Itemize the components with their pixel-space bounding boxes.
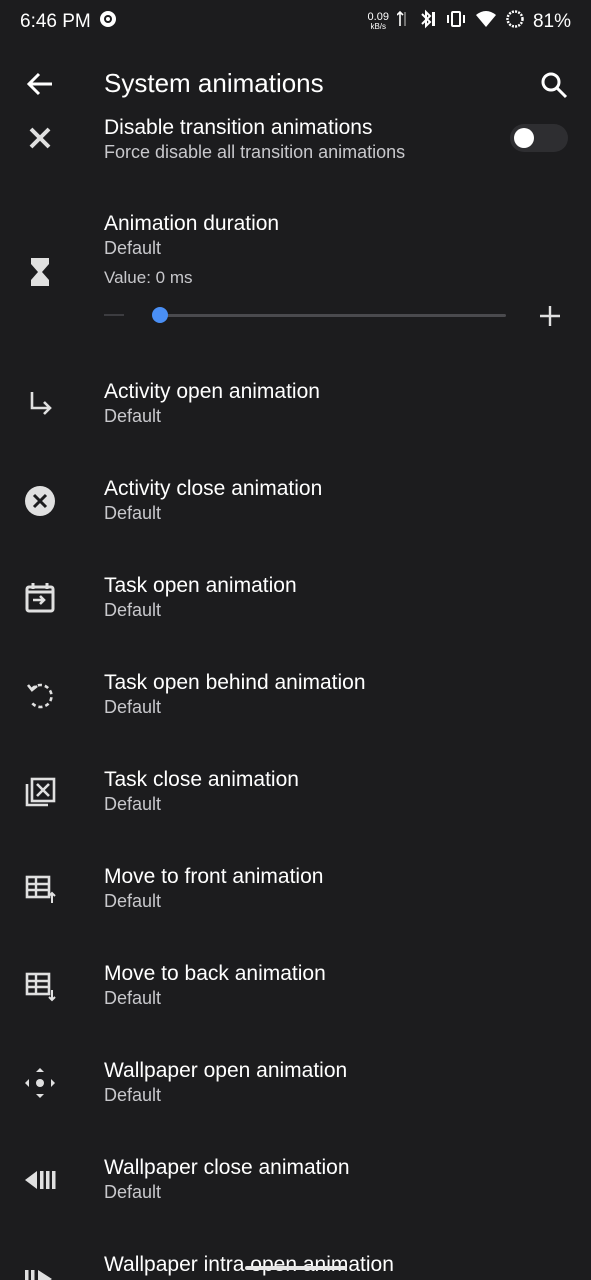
disable-transitions-toggle[interactable]	[510, 124, 568, 152]
wifi-icon	[475, 10, 497, 34]
battery-icon	[505, 9, 525, 35]
hourglass-icon	[22, 254, 58, 290]
screen: 6:46 PM 0.09 kB/s 81% System animations …	[0, 0, 591, 1280]
setting-title: Move to front animation	[104, 865, 324, 888]
move-arrows-icon	[22, 1065, 58, 1101]
network-rate: 0.09 kB/s	[368, 12, 389, 32]
battery-percent: 81%	[532, 11, 571, 32]
setting-move-to-back[interactable]: Move to back animation Default	[0, 958, 591, 1038]
back-arrow-icon[interactable]	[24, 70, 56, 98]
setting-task-open-behind[interactable]: Task open behind animation Default	[0, 667, 591, 747]
calendar-enter-icon	[22, 580, 58, 616]
setting-title: Task close animation	[104, 768, 299, 791]
setting-title: Task open behind animation	[104, 671, 366, 694]
close-x-icon	[22, 120, 58, 156]
setting-title: Wallpaper open animation	[104, 1059, 348, 1082]
network-rate-unit: kB/s	[370, 22, 387, 31]
setting-subtitle: Default	[104, 988, 162, 1008]
app-bar: System animations	[0, 56, 591, 112]
setting-wallpaper-intra-open[interactable]: Wallpaper intra open animation	[0, 1249, 591, 1280]
setting-title: Wallpaper intra open animation	[104, 1253, 394, 1276]
vibrate-icon	[445, 9, 467, 35]
setting-animation-duration: Animation duration Default Value: 0 ms	[0, 208, 591, 358]
setting-title: Activity open animation	[104, 380, 320, 403]
duration-slider[interactable]	[160, 314, 506, 317]
setting-activity-open[interactable]: Activity open animation Default	[0, 376, 591, 456]
cancel-circle-icon	[22, 483, 58, 519]
setting-title: Move to back animation	[104, 962, 326, 985]
setting-subtitle: Default	[104, 1182, 162, 1202]
setting-subtitle: Default	[104, 238, 162, 258]
setting-title: Activity close animation	[104, 477, 323, 500]
toggle-knob	[514, 128, 534, 148]
table-up-icon	[22, 871, 58, 907]
setting-disable-transitions[interactable]: Disable transition animations Force disa…	[0, 112, 591, 192]
skip-forward-icon	[22, 1261, 58, 1280]
setting-subtitle: Default	[104, 600, 162, 620]
setting-title: Disable transition animations	[104, 116, 373, 139]
slider-decrease-button[interactable]	[104, 314, 124, 316]
setting-subtitle: Default	[104, 697, 162, 717]
setting-move-to-front[interactable]: Move to front animation Default	[0, 861, 591, 941]
setting-subtitle: Force disable all transition animations	[104, 142, 406, 162]
subdirectory-arrow-icon	[22, 386, 58, 422]
setting-activity-close[interactable]: Activity close animation Default	[0, 473, 591, 553]
status-bar: 6:46 PM 0.09 kB/s 81%	[0, 0, 591, 44]
setting-subtitle: Default	[104, 891, 162, 911]
setting-task-close[interactable]: Task close animation Default	[0, 764, 591, 844]
status-time: 6:46 PM	[20, 11, 91, 32]
up-down-arrows-icon	[396, 10, 407, 34]
duration-value: Value: 0 ms	[104, 268, 193, 287]
plus-icon[interactable]	[538, 304, 562, 328]
stacked-close-icon	[22, 774, 58, 810]
setting-subtitle: Default	[104, 794, 162, 814]
data-saver-icon	[99, 10, 117, 34]
page-title: System animations	[104, 68, 324, 98]
skip-back-icon	[22, 1162, 58, 1198]
setting-wallpaper-open[interactable]: Wallpaper open animation Default	[0, 1055, 591, 1135]
setting-wallpaper-close[interactable]: Wallpaper close animation Default	[0, 1152, 591, 1232]
duration-slider-thumb[interactable]	[152, 307, 168, 323]
setting-title: Task open animation	[104, 574, 297, 597]
setting-title: Wallpaper close animation	[104, 1156, 350, 1179]
bluetooth-icon	[415, 9, 437, 35]
search-icon[interactable]	[539, 70, 569, 100]
table-down-icon	[22, 968, 58, 1004]
home-indicator[interactable]	[245, 1266, 347, 1270]
rotate-left-icon	[22, 677, 58, 713]
setting-task-open[interactable]: Task open animation Default	[0, 570, 591, 650]
setting-subtitle: Default	[104, 503, 162, 523]
setting-title: Animation duration	[104, 212, 280, 235]
setting-subtitle: Default	[104, 1085, 162, 1105]
setting-subtitle: Default	[104, 406, 162, 426]
